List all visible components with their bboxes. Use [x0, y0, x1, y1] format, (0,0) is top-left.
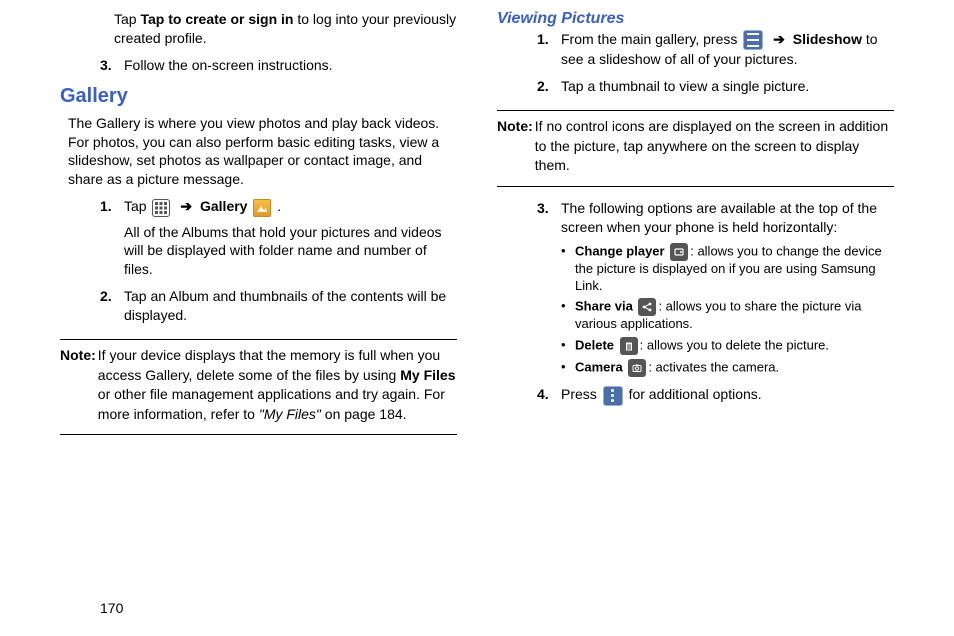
bullet-share-via: Share via : allows you to share the pict…	[575, 298, 894, 333]
note-control-icons: Note: If no control icons are displayed …	[497, 110, 894, 187]
viewing-step4: Press for additional options.	[561, 385, 894, 405]
step-number: 3.	[537, 199, 561, 377]
step-number: 3.	[100, 56, 124, 75]
prev-step-tail: Tap Tap to create or sign in to log into…	[114, 10, 457, 48]
camera-icon	[628, 359, 646, 377]
gallery-intro: The Gallery is where you view photos and…	[60, 114, 457, 190]
menu-icon	[743, 30, 763, 50]
bullet-camera: Camera : activates the camera.	[575, 359, 894, 377]
viewing-step3: The following options are available at t…	[561, 199, 894, 377]
arrow-icon: ➔	[180, 198, 192, 214]
share-icon	[638, 298, 656, 316]
gallery-step1: Tap ➔ Gallery . All of the Albu	[124, 197, 457, 279]
gallery-icon	[253, 199, 271, 217]
apps-grid-icon	[152, 199, 170, 217]
note-memory-full: Note: If your device displays that the m…	[60, 339, 457, 435]
trash-icon	[620, 337, 638, 355]
step-number: 2.	[537, 77, 561, 96]
bullet-delete: Delete : allows you to delete the pictur…	[575, 337, 894, 355]
viewing-pictures-heading: Viewing Pictures	[497, 10, 894, 28]
step-number: 1.	[537, 30, 561, 69]
step-number: 1.	[100, 197, 124, 279]
page-number: 170	[100, 600, 123, 616]
step-3-body: Follow the on-screen instructions.	[124, 56, 457, 75]
step-number: 2.	[100, 287, 124, 325]
gallery-heading: Gallery	[60, 85, 457, 108]
step-number: 4.	[537, 385, 561, 405]
bullet-change-player: Change player : allows you to change the…	[575, 243, 894, 295]
arrow-icon: ➔	[773, 31, 785, 47]
gallery-step2: Tap an Album and thumbnails of the conte…	[124, 287, 457, 325]
right-column: Viewing Pictures 1. From the main galler…	[497, 10, 894, 435]
viewing-step2: Tap a thumbnail to view a single picture…	[561, 77, 894, 96]
left-column: Tap Tap to create or sign in to log into…	[60, 10, 457, 435]
overflow-menu-icon	[603, 386, 623, 406]
change-player-icon	[670, 243, 688, 261]
viewing-step1: From the main gallery, press ➔ Slideshow…	[561, 30, 894, 69]
